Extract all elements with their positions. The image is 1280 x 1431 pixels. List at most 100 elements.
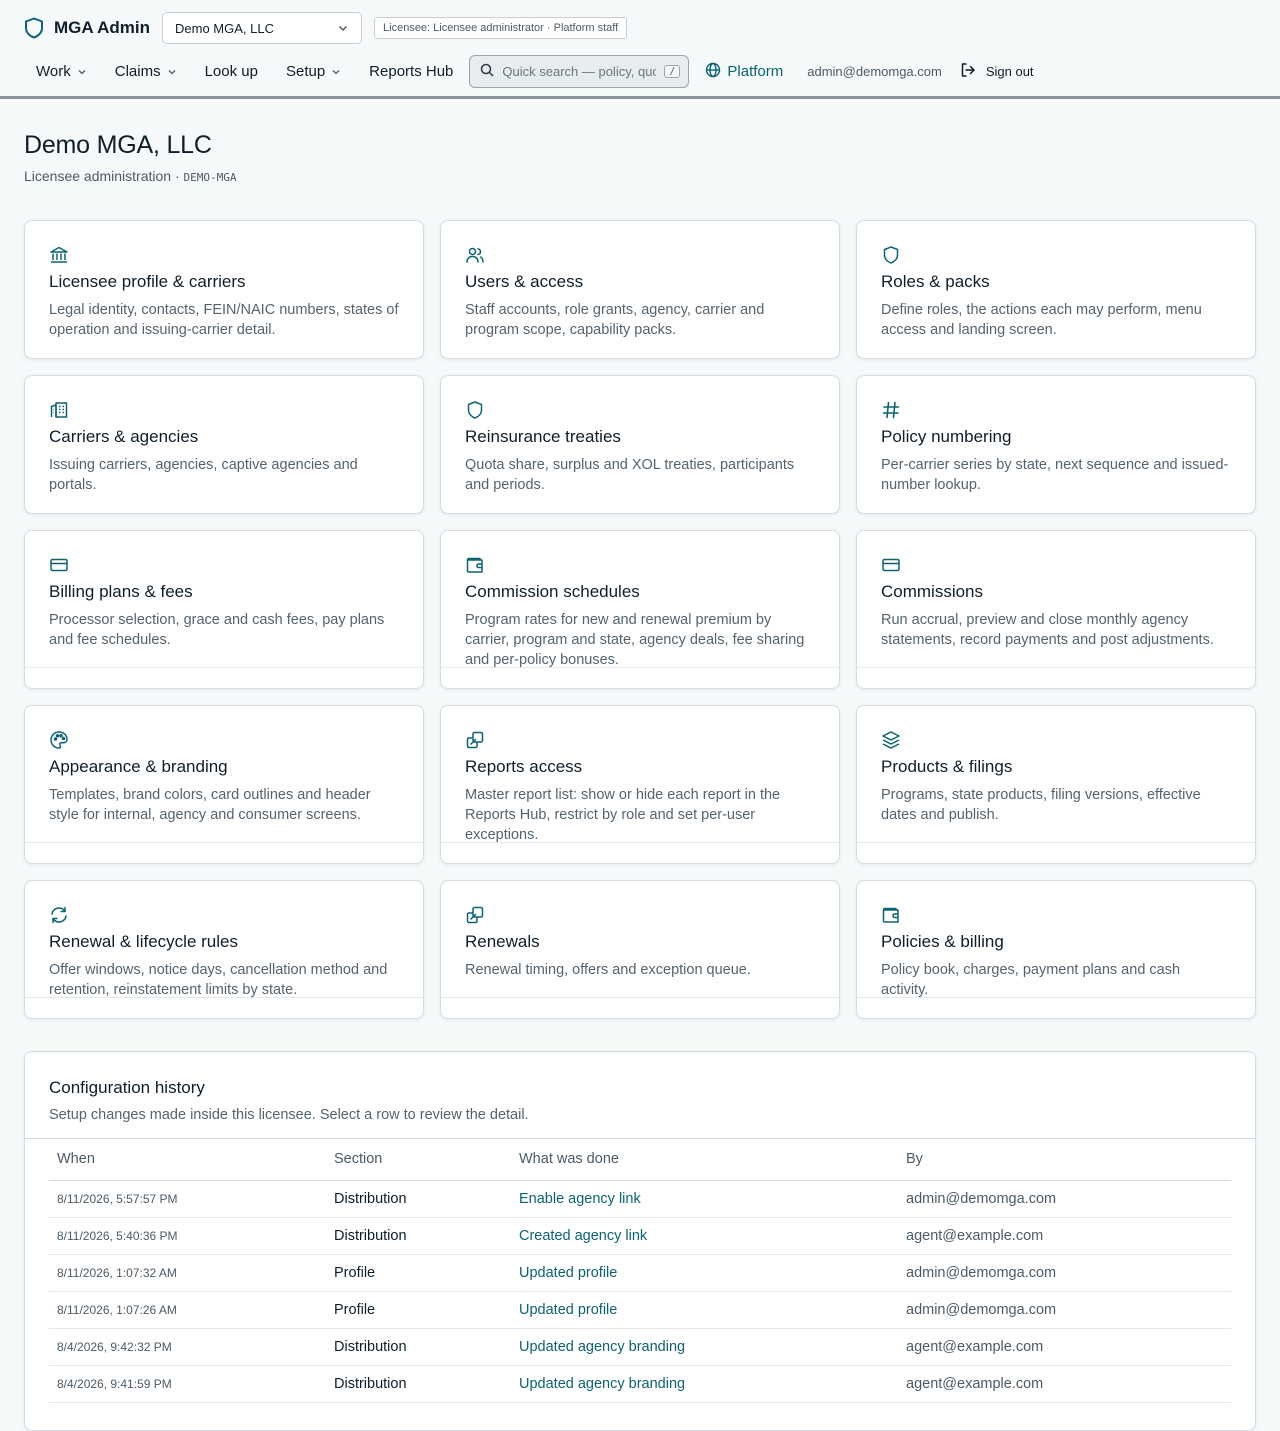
card-description: Run accrual, preview and close monthly a… xyxy=(881,612,1214,648)
history-title: Configuration history xyxy=(49,1078,205,1097)
card-description: Issuing carriers, agencies, captive agen… xyxy=(49,457,358,493)
search-icon xyxy=(480,63,494,80)
quick-search[interactable]: / xyxy=(469,55,690,88)
bank-icon xyxy=(49,245,71,267)
column-section[interactable]: Section xyxy=(326,1138,511,1181)
users-icon xyxy=(465,245,487,267)
admin-card-licensee-profile-and-carriers[interactable]: Licensee profile & carriers Legal identit… xyxy=(24,220,424,359)
shield-icon xyxy=(881,245,903,267)
header-row-primary: MGA Admin Demo MGA, LLC Licensee: Licens… xyxy=(24,12,628,44)
globe-icon xyxy=(705,62,721,82)
nav-look-up[interactable]: Look up xyxy=(193,55,270,88)
credit-card-icon xyxy=(881,555,903,577)
page-subtitle-text: Licensee administration · xyxy=(24,168,184,184)
chevron-down-icon xyxy=(331,67,341,77)
wallet-icon xyxy=(465,555,487,577)
admin-card-policies-and-billing[interactable]: Policies & billing Policy book, charges, … xyxy=(856,880,1256,1019)
brand[interactable]: MGA Admin xyxy=(24,17,150,39)
history-action-cell[interactable]: Updated agency branding xyxy=(511,1328,898,1366)
refresh-icon xyxy=(49,905,71,927)
shield-logo-icon xyxy=(24,17,44,39)
nav-work-label: Work xyxy=(36,63,71,80)
history-action-cell[interactable]: Updated agency branding xyxy=(511,1365,898,1403)
nav-reports-hub-label: Reports Hub xyxy=(369,63,454,80)
admin-card-commission-schedules[interactable]: Commission schedules Program rates for ne… xyxy=(440,530,840,689)
admin-card-users-and-access[interactable]: Users & access Staff accounts, role grant… xyxy=(440,220,840,359)
card-title: Policies & billing xyxy=(881,932,1004,951)
card-title: Products & filings xyxy=(881,757,1013,776)
history-action-cell[interactable]: Enable agency link xyxy=(511,1180,898,1218)
licensee-role-badge: Licensee: Licensee administrator · Platf… xyxy=(374,17,628,39)
sign-out-icon xyxy=(960,62,976,81)
history-action-cell[interactable]: Updated profile xyxy=(511,1254,898,1292)
column-by[interactable]: By xyxy=(898,1138,1231,1181)
building-icon xyxy=(49,400,71,422)
chevron-down-icon xyxy=(337,22,349,34)
nav-look-up-label: Look up xyxy=(204,63,258,80)
sign-out-label: Sign out xyxy=(985,64,1034,79)
chevron-down-icon xyxy=(167,67,177,77)
card-description: Policy book, charges, payment plans and … xyxy=(881,962,1181,998)
sign-out-button[interactable]: Sign out xyxy=(960,62,1034,81)
card-description: Legal identity, contacts, FEIN/NAIC numb… xyxy=(49,302,399,338)
card-description: Templates, brand colors, card outlines a… xyxy=(49,787,371,823)
app-name: MGA Admin xyxy=(54,18,151,37)
admin-section-grid: Licensee profile & carriers Legal identit… xyxy=(24,220,1256,1019)
admin-card-reinsurance-treaties[interactable]: Reinsurance treaties Quota share, surplus… xyxy=(440,375,840,514)
card-description: Quota share, surplus and XOL treaties, p… xyxy=(465,457,795,493)
card-title: Appearance & branding xyxy=(49,757,228,776)
nav-work[interactable]: Work xyxy=(24,55,99,88)
card-description: Define roles, the actions each may perfo… xyxy=(881,302,1202,338)
page-subtitle: Licensee administration · DEMO-MGA xyxy=(24,168,237,184)
admin-card-roles-and-packs[interactable]: Roles & packs Define roles, the actions e… xyxy=(856,220,1256,359)
admin-card-renewal-and-lifecycle-rules[interactable]: Renewal & lifecycle rules Offer windows, … xyxy=(24,880,424,1019)
search-shortcut-hint: / xyxy=(664,65,681,78)
nav-setup[interactable]: Setup xyxy=(274,55,353,88)
card-footer-divider xyxy=(441,667,839,668)
card-footer-divider xyxy=(857,667,1255,668)
history-row[interactable]: 8/11/2026, 1:07:32 AM Profile Updated prof… xyxy=(49,1254,1231,1292)
admin-card-commissions[interactable]: Commissions Run accrual, preview and clos… xyxy=(856,530,1256,689)
history-row[interactable]: 8/11/2026, 5:57:57 PM Distribution Enable … xyxy=(49,1180,1231,1218)
history-row[interactable]: 8/11/2026, 1:07:26 AM Profile Updated prof… xyxy=(49,1291,1231,1329)
nav-setup-label: Setup xyxy=(285,63,326,80)
admin-card-products-and-filings[interactable]: Products & filings Programs, state produc… xyxy=(856,705,1256,864)
history-row[interactable]: 8/4/2026, 9:41:59 PM Distribution Updated … xyxy=(49,1365,1231,1403)
palette-icon xyxy=(49,730,71,752)
page-title: Demo MGA, LLC xyxy=(24,131,212,159)
main-nav: Work Claims Look up Setup Reports Hub / xyxy=(24,55,1034,88)
card-description: Offer windows, notice days, cancellation… xyxy=(49,962,388,998)
admin-card-appearance-and-branding[interactable]: Appearance & branding Templates, brand co… xyxy=(24,705,424,864)
admin-card-renewals[interactable]: Renewals Renewal timing, offers and excep… xyxy=(440,880,840,1019)
shield-icon xyxy=(465,400,487,422)
licensee-code: DEMO-MGA xyxy=(183,171,237,184)
credit-card-icon xyxy=(49,555,71,577)
current-user-email: admin@demomga.com xyxy=(807,64,942,79)
history-when-cell: 8/11/2026, 5:40:36 PM xyxy=(49,1217,326,1255)
quick-search-input[interactable] xyxy=(502,64,657,79)
organization-select[interactable]: Demo MGA, LLC xyxy=(162,12,363,44)
configuration-history-panel: Configuration history Setup changes made… xyxy=(24,1051,1256,1431)
column-what-was-done[interactable]: What was done xyxy=(511,1138,898,1181)
history-action-cell[interactable]: Updated profile xyxy=(511,1291,898,1329)
card-description: Per-carrier series by state, next sequen… xyxy=(881,457,1229,493)
layers-icon xyxy=(881,730,903,752)
card-description: Program rates for new and renewal premiu… xyxy=(465,612,805,668)
card-description: Staff accounts, role grants, agency, car… xyxy=(465,302,765,338)
history-when-cell: 8/4/2026, 9:41:59 PM xyxy=(49,1365,326,1403)
admin-card-carriers-and-agencies[interactable]: Carriers & agencies Issuing carriers, age… xyxy=(24,375,424,514)
card-footer-divider xyxy=(857,997,1255,998)
admin-card-billing-plans-and-fees[interactable]: Billing plans & fees Processor selection,… xyxy=(24,530,424,689)
history-by-cell: agent@example.com xyxy=(898,1365,1231,1403)
admin-card-reports-access[interactable]: Reports access Master report list: show o… xyxy=(440,705,840,864)
card-title: Renewal & lifecycle rules xyxy=(49,932,238,951)
platform-link[interactable]: Platform xyxy=(705,62,783,82)
history-by-cell: admin@demomga.com xyxy=(898,1254,1231,1292)
history-row[interactable]: 8/4/2026, 9:42:32 PM Distribution Updated … xyxy=(49,1328,1231,1366)
nav-reports-hub[interactable]: Reports Hub xyxy=(357,55,465,88)
history-row[interactable]: 8/11/2026, 5:40:36 PM Distribution Created… xyxy=(49,1217,1231,1255)
history-action-cell[interactable]: Created agency link xyxy=(511,1217,898,1255)
column-when[interactable]: When xyxy=(49,1138,326,1181)
admin-card-policy-numbering[interactable]: Policy numbering Per-carrier series by st… xyxy=(856,375,1256,514)
nav-claims[interactable]: Claims xyxy=(103,55,189,88)
